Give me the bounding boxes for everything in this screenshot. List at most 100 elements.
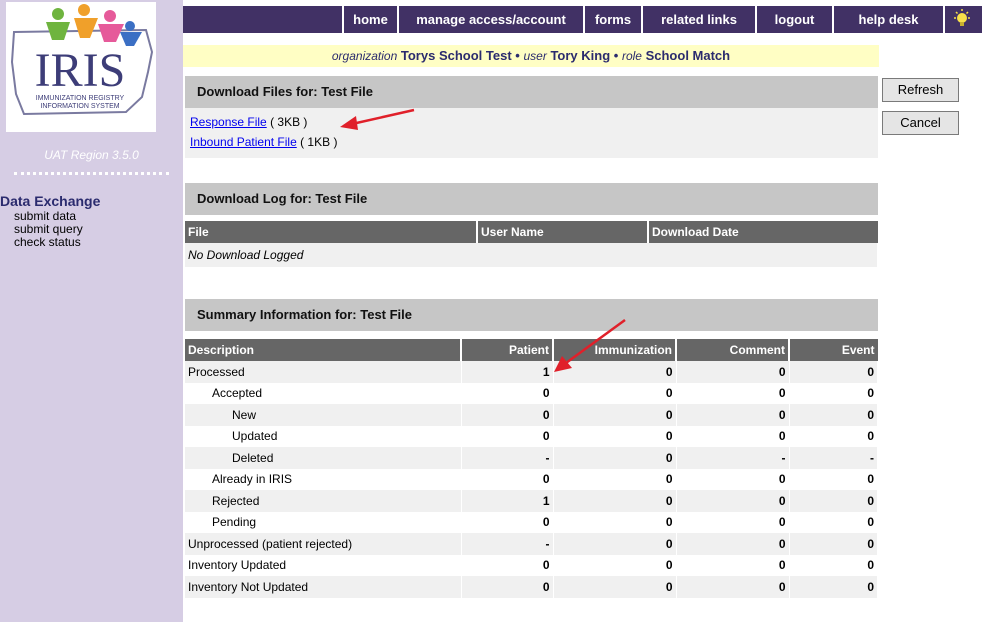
row-value: 0 — [676, 554, 790, 576]
role-name: School Match — [645, 48, 731, 63]
download-log-table: File User Name Download Date No Download… — [185, 221, 878, 267]
row-value: 0 — [461, 511, 554, 533]
svg-text:INFORMATION SYSTEM: INFORMATION SYSTEM — [40, 103, 119, 110]
row-value: 1 — [461, 361, 554, 383]
dotted-divider — [14, 172, 169, 175]
row-value: 0 — [461, 554, 554, 576]
cancel-button[interactable]: Cancel — [882, 111, 959, 135]
row-value: - — [461, 533, 554, 555]
top-nav: home manage access/account forms related… — [183, 6, 982, 33]
col-user-name: User Name — [477, 221, 649, 243]
row-value: - — [676, 447, 790, 469]
org-name: Torys School Test — [400, 48, 512, 63]
row-label: Accepted — [185, 382, 462, 404]
summary-row: Accepted 0 0 0 0 — [185, 382, 878, 404]
download-files-header: Download Files for: Test File — [185, 76, 878, 108]
row-value: 0 — [553, 468, 677, 490]
row-value: - — [461, 447, 554, 469]
row-value: 0 — [676, 576, 790, 598]
row-value: 0 — [676, 533, 790, 555]
sidebar-section-title: Data Exchange — [0, 193, 101, 209]
row-value: 0 — [789, 511, 878, 533]
logo-text: IRIS — [35, 44, 126, 97]
row-value: 0 — [676, 404, 790, 426]
row-label: New — [185, 404, 462, 426]
download-files-panel: Response File ( 3KB ) Inbound Patient Fi… — [185, 108, 878, 158]
row-label: Pending — [185, 511, 462, 533]
row-value: 0 — [676, 382, 790, 404]
user-name: Tory King — [550, 48, 611, 63]
row-value: 0 — [553, 361, 677, 383]
row-value: 0 — [789, 490, 878, 512]
summary-row: Rejected 1 0 0 0 — [185, 490, 878, 512]
row-value: 0 — [789, 554, 878, 576]
summary-row: Inventory Updated 0 0 0 0 — [185, 554, 878, 576]
file-row: Inbound Patient File ( 1KB ) — [190, 135, 337, 149]
summary-row: Unprocessed (patient rejected) -0 0 0 — [185, 533, 878, 555]
col-event: Event — [789, 339, 878, 361]
nav-home[interactable]: home — [342, 6, 397, 33]
row-value: 0 — [553, 382, 677, 404]
nav-manage-access[interactable]: manage access/account — [397, 6, 583, 33]
summary-table: Description Patient Immunization Comment… — [185, 339, 878, 598]
region-label: UAT Region 3.5.0 — [44, 148, 139, 162]
svg-text:IMMUNIZATION REGISTRY: IMMUNIZATION REGISTRY — [36, 95, 125, 102]
nav-forms[interactable]: forms — [583, 6, 641, 33]
row-value: 0 — [676, 361, 790, 383]
sidebar: IRIS IMMUNIZATION REGISTRY INFORMATION S… — [0, 0, 183, 622]
response-file-link[interactable]: Response File — [190, 115, 267, 129]
row-value: 0 — [789, 425, 878, 447]
refresh-button[interactable]: Refresh — [882, 78, 959, 102]
summary-row: Deleted -0- - — [185, 447, 878, 469]
row-value: 0 — [553, 425, 677, 447]
nav-help-desk[interactable]: help desk — [832, 6, 943, 33]
row-value: 0 — [676, 468, 790, 490]
row-value: 0 — [789, 382, 878, 404]
nav-tip[interactable] — [943, 6, 982, 33]
row-label: Deleted — [185, 447, 462, 469]
row-value: 0 — [553, 404, 677, 426]
session-info-bar: organization Torys School Test • user To… — [183, 45, 879, 67]
row-value: 0 — [676, 490, 790, 512]
row-value: 0 — [789, 404, 878, 426]
empty-log-message: No Download Logged — [185, 243, 878, 267]
summary-row: Already in IRIS 0 0 0 0 — [185, 468, 878, 490]
download-log-header: Download Log for: Test File — [185, 183, 878, 215]
row-value: 0 — [461, 576, 554, 598]
row-value: 0 — [553, 447, 677, 469]
nav-related-links[interactable]: related links — [641, 6, 755, 33]
row-value: 0 — [553, 511, 677, 533]
row-value: 0 — [676, 511, 790, 533]
row-value: 0 — [789, 576, 878, 598]
row-label: Inventory Updated — [185, 554, 462, 576]
row-value: 1 — [461, 490, 554, 512]
row-value: 0 — [789, 361, 878, 383]
row-label: Rejected — [185, 490, 462, 512]
row-value: 0 — [461, 425, 554, 447]
summary-row: Inventory Not Updated 0 0 0 0 — [185, 576, 878, 598]
col-description: Description — [185, 339, 462, 361]
row-value: 0 — [553, 533, 677, 555]
inbound-patient-file-link[interactable]: Inbound Patient File — [190, 135, 297, 149]
lightbulb-icon — [954, 9, 970, 26]
col-download-date: Download Date — [648, 221, 878, 243]
row-value: 0 — [553, 490, 677, 512]
row-value: - — [789, 447, 878, 469]
sidebar-link-check-status[interactable]: check status — [14, 236, 83, 249]
summary-row: Updated 0 0 0 0 — [185, 425, 878, 447]
row-value: 0 — [553, 576, 677, 598]
row-label: Already in IRIS — [185, 468, 462, 490]
summary-header: Summary Information for: Test File — [185, 299, 878, 331]
nav-logout[interactable]: logout — [755, 6, 832, 33]
file-row: Response File ( 3KB ) — [190, 115, 307, 129]
summary-row: New 0 0 0 0 — [185, 404, 878, 426]
col-immunization: Immunization — [553, 339, 677, 361]
summary-row: Pending 0 0 0 0 — [185, 511, 878, 533]
row-value: 0 — [553, 554, 677, 576]
file-size: ( 3KB ) — [270, 115, 308, 129]
row-label: Updated — [185, 425, 462, 447]
sidebar-links: submit data submit query check status — [14, 210, 83, 249]
iris-logo[interactable]: IRIS IMMUNIZATION REGISTRY INFORMATION S… — [6, 2, 156, 132]
col-file: File — [185, 221, 478, 243]
row-value: 0 — [676, 425, 790, 447]
